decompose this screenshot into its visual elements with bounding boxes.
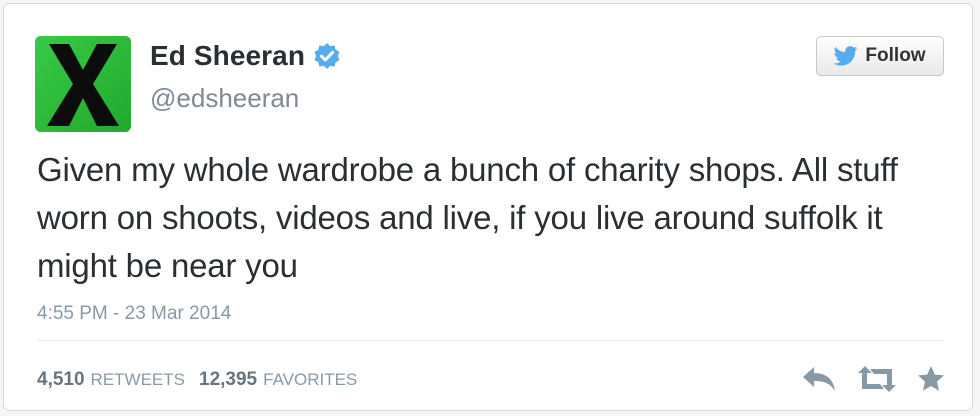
follow-button[interactable]: Follow xyxy=(816,36,944,76)
verified-badge-icon xyxy=(314,43,340,69)
avatar[interactable] xyxy=(35,36,131,132)
author-row: Ed Sheeran xyxy=(150,40,341,72)
reply-icon[interactable] xyxy=(800,364,838,394)
divider xyxy=(37,340,943,341)
favorite-icon[interactable] xyxy=(916,364,946,394)
tweet-card: Ed Sheeran @edsheeran Follow Given my wh… xyxy=(3,3,973,411)
tweet-timestamp[interactable]: 4:55 PM - 23 Mar 2014 xyxy=(37,303,231,325)
twitter-bird-icon xyxy=(834,46,858,66)
follow-button-label: Follow xyxy=(865,45,926,66)
x-album-avatar-icon xyxy=(35,36,131,132)
retweets-count[interactable]: 4,510 xyxy=(37,369,85,391)
tweet-stats: 4,510 RETWEETS 12,395 FAVORITES xyxy=(37,369,357,391)
tweet-actions xyxy=(800,364,946,394)
favorites-count[interactable]: 12,395 xyxy=(199,369,257,391)
author-handle[interactable]: @edsheeran xyxy=(150,83,299,114)
retweet-icon[interactable] xyxy=(856,364,898,394)
author-name[interactable]: Ed Sheeran xyxy=(150,40,305,72)
favorites-label[interactable]: FAVORITES xyxy=(263,370,357,390)
retweets-label[interactable]: RETWEETS xyxy=(91,370,185,390)
tweet-text: Given my whole wardrobe a bunch of chari… xyxy=(37,151,898,284)
